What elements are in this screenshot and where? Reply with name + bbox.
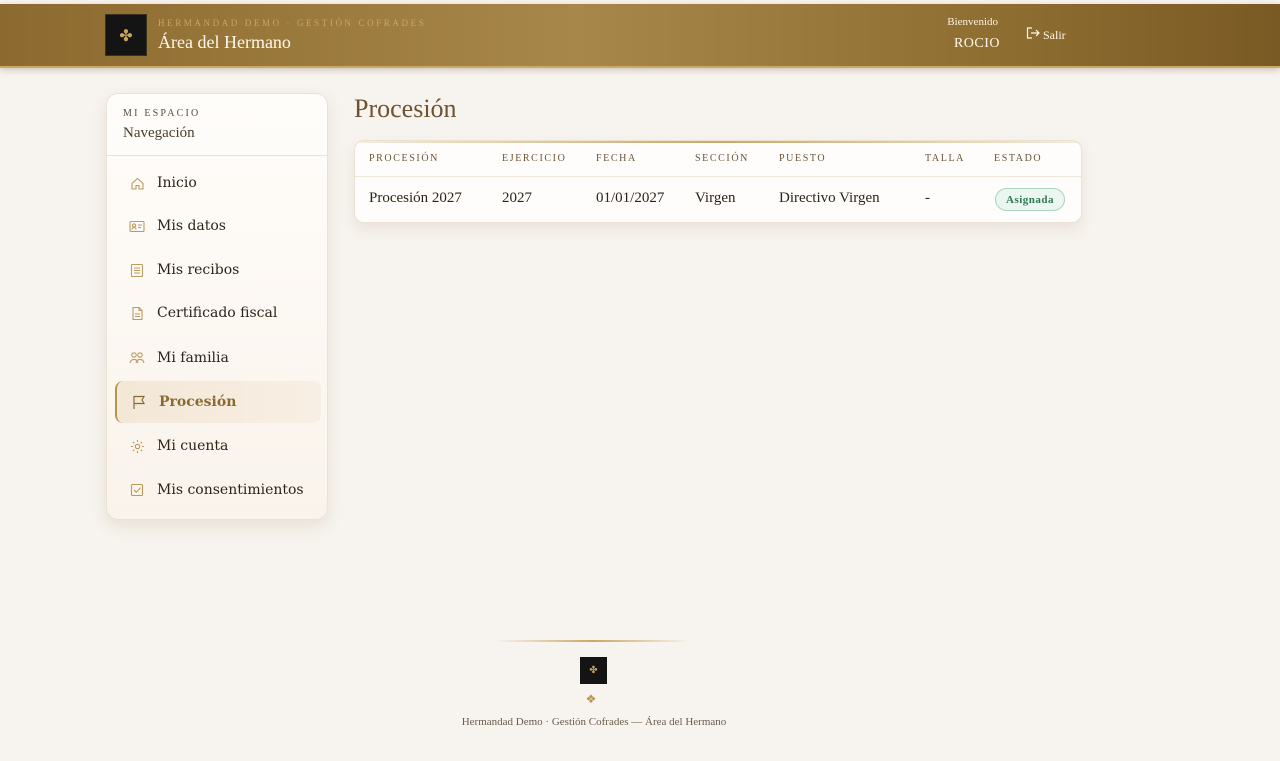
- column-header-ejercicio[interactable]: EJERCICIO: [502, 153, 566, 164]
- table-header-divider: [355, 176, 1081, 177]
- page-title: Procesión: [354, 94, 457, 123]
- sidebar-item-label: Mi cuenta: [157, 438, 229, 454]
- sidebar-item-label: Procesión: [159, 394, 237, 410]
- flag-icon: [131, 394, 147, 410]
- sidebar-item-mis-recibos[interactable]: Mis recibos: [115, 249, 321, 291]
- home-icon: [129, 175, 145, 191]
- sidebar-item-mi-cuenta[interactable]: Mi cuenta: [115, 425, 321, 467]
- brand-logo[interactable]: ✤: [105, 14, 147, 56]
- card-accent-line: [355, 141, 1081, 143]
- cell-seccion: Virgen: [695, 190, 736, 206]
- footer-ornament-icon: ❖: [585, 692, 597, 706]
- id-card-icon: [129, 218, 145, 234]
- column-header-estado[interactable]: ESTADO: [994, 153, 1042, 164]
- footer-text: Hermandad Demo · Gestión Cofrades — Área…: [461, 716, 727, 728]
- logo-emblem: ✤: [119, 25, 133, 45]
- column-header-puesto[interactable]: PUESTO: [779, 153, 826, 164]
- sidebar-item-inicio[interactable]: Inicio: [115, 162, 321, 204]
- document-icon: [129, 305, 145, 321]
- sidebar-item-label: Mis recibos: [157, 262, 240, 278]
- sidebar-item-certificado-fiscal[interactable]: Certificado fiscal: [115, 292, 321, 334]
- sidebar-item-mis-consentimientos[interactable]: Mis consentimientos: [115, 469, 321, 511]
- sidebar-item-label: Mis consentimientos: [157, 482, 304, 498]
- cell-puesto: Directivo Virgen: [779, 190, 880, 206]
- footer-logo-emblem: ✤: [589, 665, 598, 676]
- sidebar-item-mis-datos[interactable]: Mis datos: [115, 205, 321, 247]
- logout-icon: [1026, 27, 1040, 43]
- sidebar-item-mi-familia[interactable]: Mi familia: [115, 337, 321, 379]
- column-header-fecha[interactable]: FECHA: [596, 153, 637, 164]
- logout-button[interactable]: Salir: [1026, 27, 1066, 43]
- footer-logo: ✤: [580, 657, 607, 684]
- checkbox-icon: [129, 482, 145, 498]
- column-header-talla[interactable]: TALLA: [925, 153, 965, 164]
- footer-divider: [495, 640, 691, 642]
- sidebar: MI ESPACIO Navegación Inicio Mis datos M…: [106, 93, 328, 520]
- sidebar-title: Navegación: [123, 125, 195, 141]
- column-header-procesion[interactable]: PROCESIÓN: [369, 153, 439, 164]
- cell-procesion: Procesión 2027: [369, 190, 462, 206]
- sidebar-kicker: MI ESPACIO: [123, 108, 201, 119]
- cell-ejercicio: 2027: [502, 190, 532, 206]
- logout-label: Salir: [1043, 27, 1066, 42]
- top-navbar: ✤ HERMANDAD DEMO · GESTIÓN COFRADES Área…: [0, 4, 1280, 68]
- cell-fecha: 01/01/2027: [596, 190, 665, 206]
- cell-talla: -: [925, 190, 930, 206]
- sidebar-item-label: Mis datos: [157, 218, 226, 234]
- sidebar-item-procesion[interactable]: Procesión: [115, 381, 321, 423]
- receipt-icon: [129, 262, 145, 278]
- brand-title: Área del Hermano: [158, 32, 291, 52]
- sidebar-header: MI ESPACIO Navegación: [107, 94, 327, 156]
- brand-subtitle: HERMANDAD DEMO · GESTIÓN COFRADES: [158, 18, 427, 28]
- gear-icon: [129, 438, 145, 454]
- status-badge: Asignada: [995, 188, 1066, 211]
- username: ROCIO: [953, 36, 1000, 51]
- users-icon: [129, 350, 145, 366]
- column-header-seccion[interactable]: SECCIÓN: [695, 153, 749, 164]
- sidebar-item-label: Certificado fiscal: [157, 305, 278, 321]
- welcome-text: Bienvenido: [947, 16, 998, 28]
- sidebar-item-label: Mi familia: [157, 350, 229, 366]
- sidebar-item-label: Inicio: [157, 175, 197, 191]
- procession-table: PROCESIÓN EJERCICIO FECHA SECCIÓN PUESTO…: [354, 140, 1082, 223]
